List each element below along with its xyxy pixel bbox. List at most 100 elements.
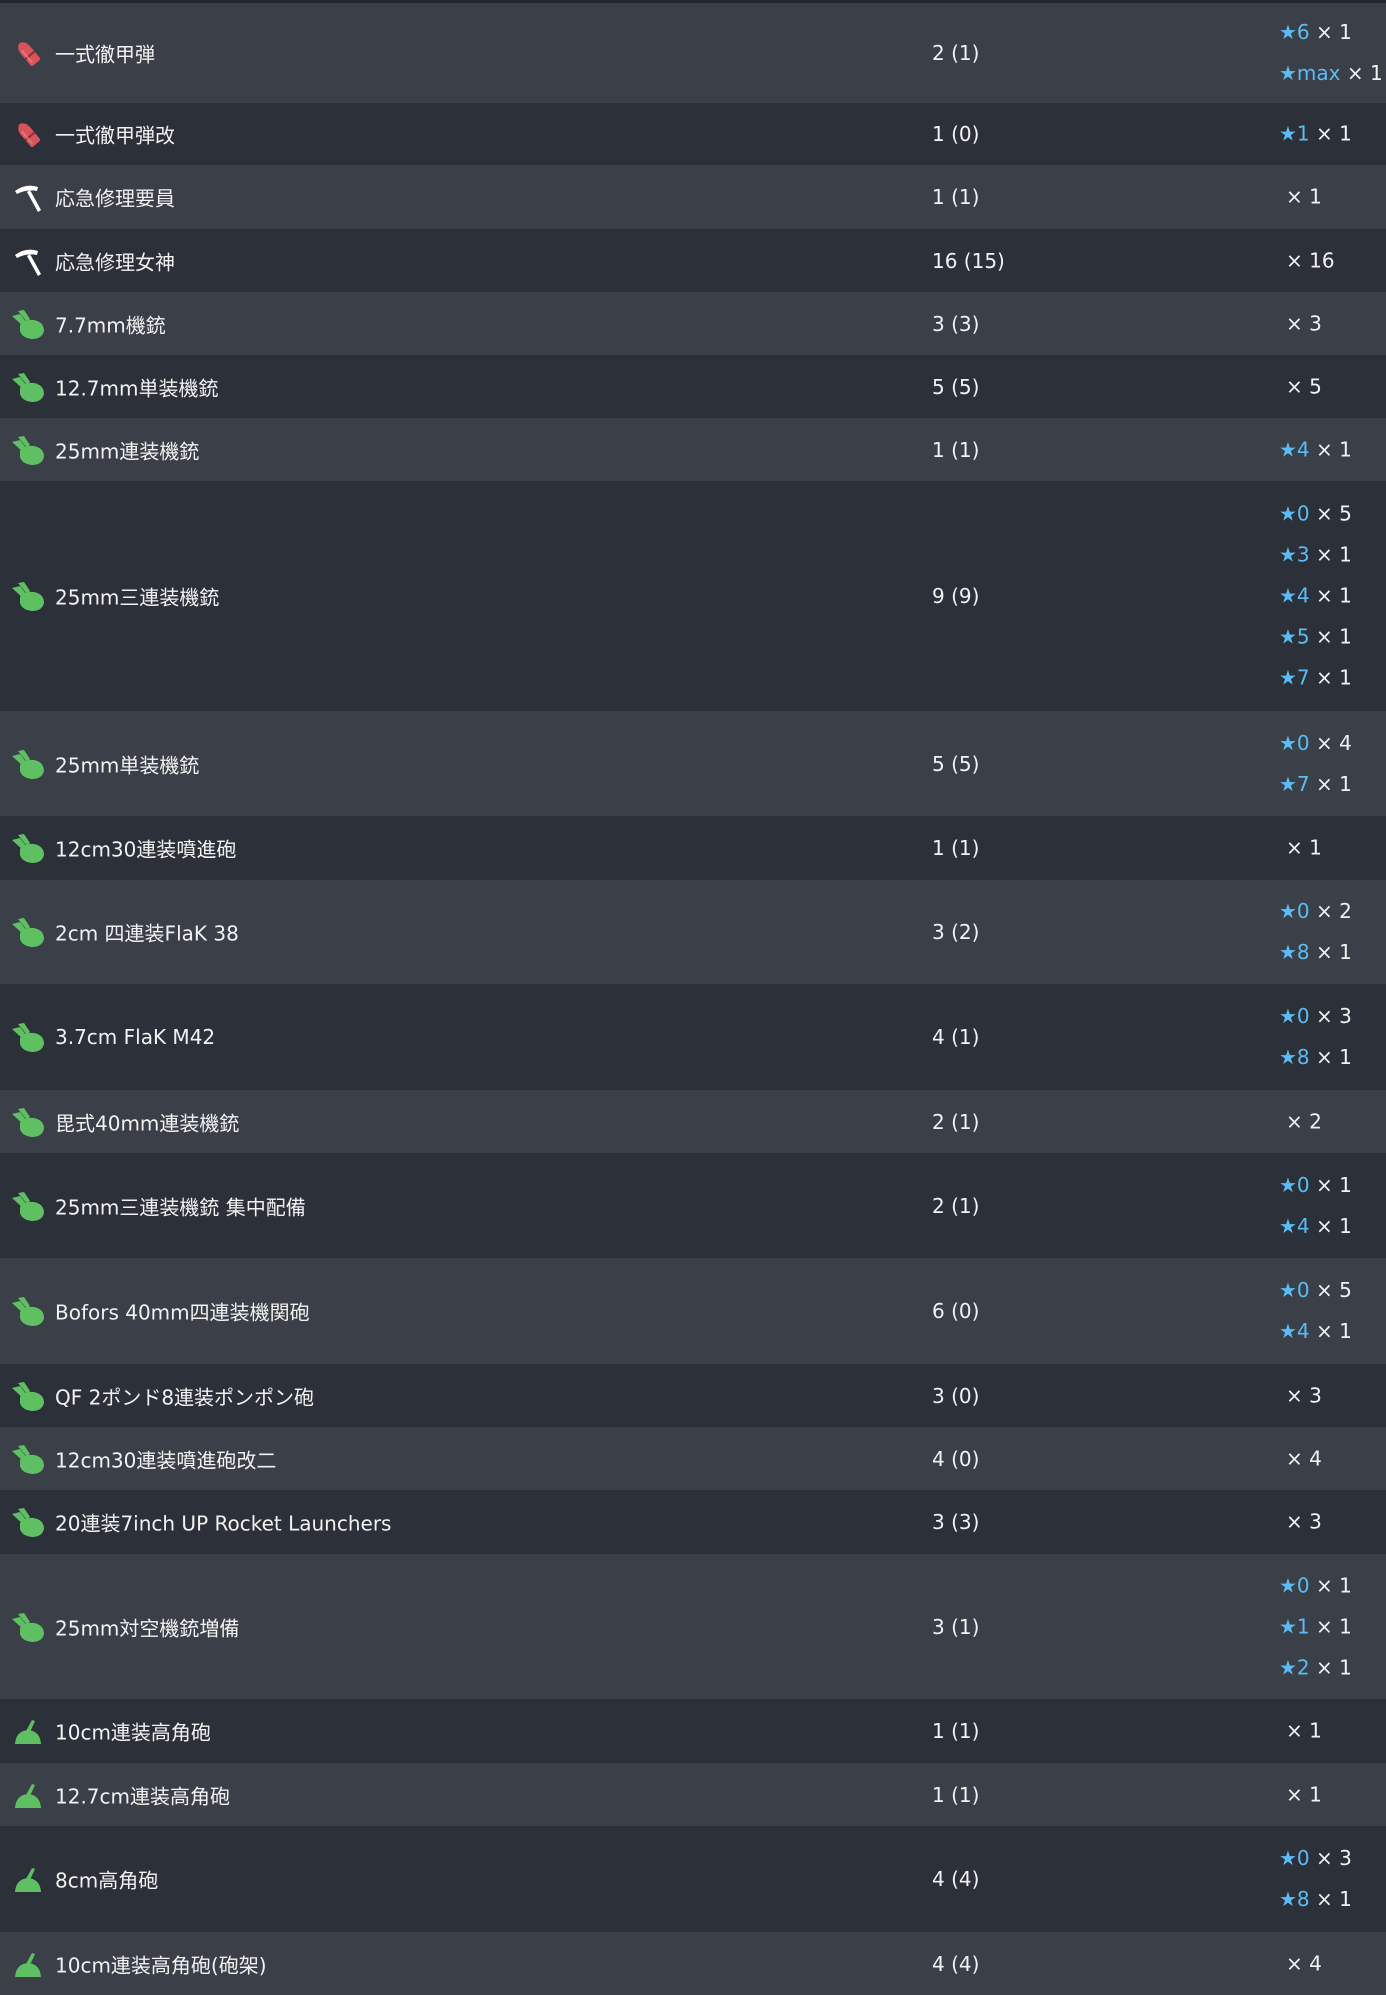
table-row: 10cm連装高角砲 1 (1) × 1 bbox=[0, 1699, 1386, 1763]
equipment-name: 一式徹甲弾改 bbox=[55, 123, 175, 148]
improvement-star-level: ★8 bbox=[1279, 1887, 1310, 1911]
equipment-name: 25mm連装機銃 bbox=[55, 439, 200, 463]
improvement-star-level: ★7 bbox=[1279, 665, 1310, 690]
improvement-entry: × 3 bbox=[1279, 1375, 1322, 1416]
improvement-star-level: ★3 bbox=[1279, 542, 1310, 567]
table-row: 10cm連装高角砲(砲架) 4 (4) × 4 bbox=[0, 1932, 1386, 1995]
improvement-star-level: ★0 bbox=[1279, 1573, 1310, 1597]
table-row: 2cm 四連装FlaK 38 3 (2) ★0 × 2 ★8 × 1 bbox=[0, 880, 1386, 984]
improvement-quantity: × 1 bbox=[1286, 1718, 1322, 1743]
improvement-quantity: × 1 bbox=[1316, 1213, 1352, 1238]
equipment-name: 20連装7inch UP Rocket Launchers bbox=[55, 1511, 392, 1536]
improvement-quantity: × 1 bbox=[1316, 542, 1352, 567]
repair-tool-icon bbox=[8, 177, 48, 217]
improvement-entry: ★0 × 1 bbox=[1279, 1165, 1352, 1206]
improvement-entry: ★4 × 1 bbox=[1279, 1206, 1352, 1247]
improvement-list: ★0 × 1 ★1 × 1 ★2 × 1 bbox=[1279, 1565, 1352, 1688]
equipment-count: 2 (1) bbox=[932, 41, 980, 65]
high-angle-gun-icon bbox=[8, 1859, 48, 1899]
improvement-entry: ★0 × 5 bbox=[1279, 494, 1352, 535]
improvement-quantity: × 4 bbox=[1316, 730, 1352, 755]
improvement-star-level: ★4 bbox=[1279, 1213, 1310, 1238]
equipment-name: 応急修理要員 bbox=[55, 186, 175, 211]
improvement-star-level: ★2 bbox=[1279, 1655, 1310, 1679]
improvement-star-level: ★max bbox=[1279, 61, 1341, 85]
improvement-entry: × 3 bbox=[1279, 1502, 1322, 1543]
improvement-star-level: ★7 bbox=[1279, 771, 1310, 796]
equipment-name: 12cm30連装噴進砲 bbox=[55, 837, 237, 862]
equipment-name: QF 2ポンド8連装ポンポン砲 bbox=[55, 1385, 315, 1409]
equipment-count: 1 (1) bbox=[932, 1782, 980, 1807]
improvement-quantity: × 1 bbox=[1316, 121, 1352, 146]
table-row: 応急修理要員 1 (1) × 1 bbox=[0, 165, 1386, 229]
improvement-list: × 3 bbox=[1279, 1502, 1322, 1543]
improvement-list: ★6 × 1 ★max × 1 bbox=[1279, 12, 1383, 94]
aa-machine-gun-icon bbox=[8, 1291, 48, 1331]
table-row: 25mm三連装機銃 9 (9) ★0 × 5 ★3 × 1 ★4 × 1 ★5 × 1 ★7… bbox=[0, 481, 1386, 711]
improvement-star-level: ★0 bbox=[1279, 1004, 1310, 1028]
improvement-list: × 4 bbox=[1279, 1943, 1322, 1984]
improvement-list: × 3 bbox=[1279, 303, 1322, 344]
equipment-name: 10cm連装高角砲(砲架) bbox=[55, 1953, 267, 1977]
improvement-entry: ★4 × 1 bbox=[1279, 576, 1352, 617]
improvement-quantity: × 1 bbox=[1316, 665, 1352, 690]
equipment-count: 3 (1) bbox=[932, 1614, 980, 1639]
improvement-entry: ★1 × 1 bbox=[1279, 114, 1352, 155]
improvement-quantity: × 1 bbox=[1286, 835, 1322, 860]
improvement-star-level: ★0 bbox=[1279, 1172, 1310, 1197]
aa-machine-gun-icon bbox=[8, 744, 48, 784]
table-row: 12.7cm連装高角砲 1 (1) × 1 bbox=[0, 1763, 1386, 1826]
improvement-entry: ★4 × 1 bbox=[1279, 1311, 1352, 1352]
improvement-quantity: × 3 bbox=[1286, 1509, 1322, 1534]
improvement-quantity: × 3 bbox=[1286, 1383, 1322, 1407]
improvement-list: × 16 bbox=[1279, 240, 1335, 281]
improvement-list: × 1 bbox=[1279, 828, 1322, 869]
table-row: 25mm連装機銃 1 (1) ★4 × 1 bbox=[0, 418, 1386, 481]
improvement-quantity: × 2 bbox=[1286, 1109, 1322, 1133]
improvement-entry: × 1 bbox=[1279, 177, 1322, 218]
improvement-star-level: ★0 bbox=[1279, 1278, 1310, 1302]
table-row: Bofors 40mm四連装機関砲 6 (0) ★0 × 5 ★4 × 1 bbox=[0, 1258, 1386, 1364]
improvement-quantity: × 1 bbox=[1316, 20, 1352, 44]
equipment-count: 3 (0) bbox=[932, 1383, 980, 1408]
improvement-entry: ★6 × 1 bbox=[1279, 12, 1383, 53]
improvement-entry: × 1 bbox=[1279, 1711, 1322, 1752]
equipment-count: 1 (0) bbox=[932, 122, 980, 146]
table-row: 12cm30連装噴進砲 1 (1) × 1 bbox=[0, 816, 1386, 880]
improvement-entry: ★0 × 3 bbox=[1279, 996, 1352, 1037]
improvement-entry: ★8 × 1 bbox=[1279, 1037, 1352, 1078]
improvement-quantity: × 1 bbox=[1316, 624, 1352, 649]
improvement-star-level: ★0 bbox=[1279, 730, 1310, 755]
improvement-quantity: × 3 bbox=[1316, 1004, 1352, 1028]
table-row: 7.7mm機銃 3 (3) × 3 bbox=[0, 292, 1386, 355]
aa-machine-gun-icon bbox=[8, 1102, 48, 1142]
improvement-quantity: × 5 bbox=[1286, 374, 1322, 398]
improvement-entry: ★8 × 1 bbox=[1279, 932, 1352, 973]
improvement-quantity: × 5 bbox=[1316, 501, 1352, 526]
improvement-quantity: × 1 bbox=[1286, 1782, 1322, 1806]
aa-machine-gun-icon bbox=[8, 828, 48, 868]
equipment-count: 9 (9) bbox=[932, 584, 980, 608]
improvement-entry: ★0 × 2 bbox=[1279, 891, 1352, 932]
equipment-count: 5 (5) bbox=[932, 751, 980, 776]
equipment-name: 応急修理女神 bbox=[55, 250, 175, 274]
aa-machine-gun-icon bbox=[8, 1502, 48, 1542]
improvement-quantity: × 1 bbox=[1316, 1655, 1352, 1679]
improvement-list: ★0 × 5 ★3 × 1 ★4 × 1 ★5 × 1 ★7 × 1 bbox=[1279, 494, 1352, 699]
equipment-count: 4 (4) bbox=[932, 1867, 980, 1891]
improvement-list: × 3 bbox=[1279, 1375, 1322, 1416]
equipment-count: 1 (1) bbox=[932, 437, 980, 462]
improvement-list: ★1 × 1 bbox=[1279, 114, 1352, 155]
table-row: 25mm三連装機銃 集中配備 2 (1) ★0 × 1 ★4 × 1 bbox=[0, 1153, 1386, 1258]
table-row: 12cm30連装噴進砲改二 4 (0) × 4 bbox=[0, 1427, 1386, 1490]
aa-machine-gun-icon bbox=[8, 1607, 48, 1647]
aa-machine-gun-icon bbox=[8, 367, 48, 407]
aa-machine-gun-icon bbox=[8, 1439, 48, 1479]
improvement-quantity: × 1 bbox=[1316, 940, 1352, 964]
equipment-name: 12.7mm単装機銃 bbox=[55, 376, 219, 400]
ap-shell-icon bbox=[8, 114, 48, 154]
equipment-count: 2 (1) bbox=[932, 1109, 980, 1134]
improvement-star-level: ★5 bbox=[1279, 624, 1310, 649]
equipment-name: 12.7cm連装高角砲 bbox=[55, 1784, 231, 1808]
table-row: 20連装7inch UP Rocket Launchers 3 (3) × 3 bbox=[0, 1490, 1386, 1554]
